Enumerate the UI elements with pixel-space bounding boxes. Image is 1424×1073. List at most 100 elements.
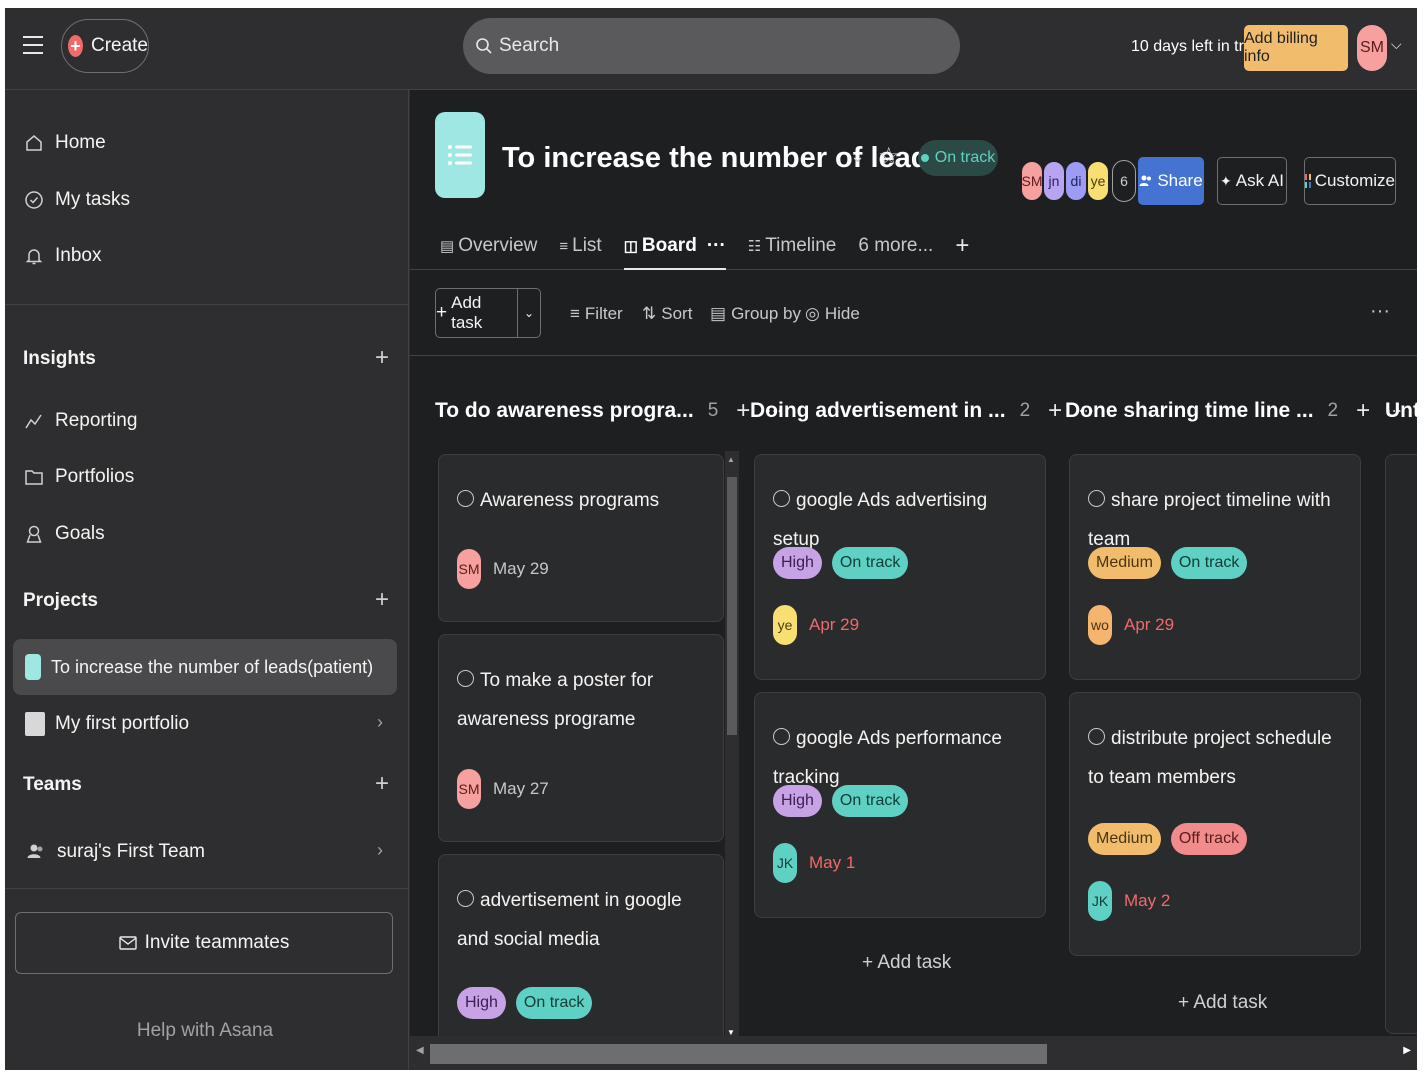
avatar[interactable]: JK xyxy=(1088,881,1112,921)
sidebar-item-my-first-portfolio[interactable]: My first portfolio xyxy=(25,704,189,744)
chevron-down-icon[interactable]: ⌄ xyxy=(518,306,540,320)
sidebar-item-project-leads[interactable]: To increase the number of leads(patient) xyxy=(25,647,373,687)
avatar[interactable]: wo xyxy=(1088,605,1112,645)
sidebar-item-home[interactable]: Home xyxy=(23,123,106,163)
add-team-icon[interactable]: + xyxy=(375,770,389,798)
column-header[interactable]: Untit xyxy=(1385,396,1417,426)
sidebar-item-inbox[interactable]: Inbox xyxy=(23,236,101,276)
chevron-right-icon[interactable]: › xyxy=(377,840,383,861)
avatar[interactable]: JK xyxy=(773,843,797,883)
task-card[interactable]: distribute project schedule to team memb… xyxy=(1069,692,1361,956)
search-input[interactable]: Search xyxy=(463,18,960,74)
checkbox-icon[interactable] xyxy=(457,670,474,688)
due-date[interactable]: Apr 29 xyxy=(1124,615,1174,635)
status-tag[interactable]: On track xyxy=(515,987,593,1019)
status-tag[interactable]: On track xyxy=(831,547,909,579)
customize-button[interactable]: Customize xyxy=(1304,157,1396,205)
task-card[interactable]: share project timeline with team Medium … xyxy=(1069,454,1361,680)
due-date[interactable]: May 27 xyxy=(493,779,549,799)
user-avatar[interactable]: SM xyxy=(1357,25,1387,71)
checkbox-icon[interactable] xyxy=(457,890,474,908)
priority-tag[interactable]: High xyxy=(457,987,506,1019)
sidebar-item-team[interactable]: suraj's First Team xyxy=(25,832,205,872)
bell-icon xyxy=(23,245,45,267)
scrollbar-thumb[interactable] xyxy=(430,1044,1047,1064)
more-options-icon[interactable]: ··· xyxy=(1370,300,1390,323)
task-card[interactable]: advertisement in google and social media… xyxy=(438,854,724,1054)
add-insight-icon[interactable]: + xyxy=(375,344,389,372)
add-card-icon[interactable]: + xyxy=(1356,397,1370,425)
column-header[interactable]: Doing advertisement in ... 2 + ⋯ xyxy=(750,396,1094,426)
group-by-button[interactable]: ▤ Group by xyxy=(710,304,801,324)
priority-tag[interactable]: High xyxy=(773,547,822,579)
task-card[interactable]: google Ads performance tracking High On … xyxy=(754,692,1046,918)
avatar[interactable]: ye xyxy=(773,605,797,645)
app-window: + Create Search 10 days left in trial Ad… xyxy=(5,8,1417,1070)
customize-label: Customize xyxy=(1314,171,1395,190)
tab-board[interactable]: ◫ Board ··· xyxy=(623,226,726,270)
column-header[interactable]: To do awareness progra... 5 + ⋯ xyxy=(435,396,782,426)
task-card[interactable]: google Ads advertising setup High On tra… xyxy=(754,454,1046,680)
checkbox-icon[interactable] xyxy=(1088,728,1105,746)
sidebar-item-portfolios[interactable]: Portfolios xyxy=(23,457,134,497)
task-card[interactable]: Awareness programs SM May 29 xyxy=(438,454,724,622)
add-billing-button[interactable]: Add billing info xyxy=(1244,25,1348,71)
checkbox-icon[interactable] xyxy=(457,490,474,508)
avatar: SM xyxy=(1020,160,1044,202)
sidebar-item-my-tasks[interactable]: My tasks xyxy=(23,180,130,220)
horizontal-scrollbar[interactable]: ◀ ▶ xyxy=(410,1036,1417,1070)
chevron-right-icon[interactable]: › xyxy=(377,712,383,733)
chevron-down-icon[interactable]: ⌵ xyxy=(1391,36,1402,53)
tab-overview[interactable]: ▤ Overview xyxy=(440,226,537,266)
sidebar-item-goals[interactable]: Goals xyxy=(23,514,105,554)
share-button[interactable]: Share xyxy=(1138,157,1204,205)
add-task-button[interactable]: + Add task ⌄ xyxy=(435,288,541,338)
tab-timeline[interactable]: ☷ Timeline xyxy=(748,226,837,266)
add-card-icon[interactable]: + xyxy=(736,397,750,425)
card-assignee: JK May 1 xyxy=(773,843,855,883)
task-card[interactable]: To make a poster for awareness programe … xyxy=(438,634,724,842)
tab-menu-icon[interactable]: ··· xyxy=(707,235,726,257)
tab-more[interactable]: 6 more... xyxy=(858,226,933,266)
status-tag[interactable]: On track xyxy=(1170,547,1248,579)
checkbox-icon[interactable] xyxy=(1088,490,1105,508)
add-task-link[interactable]: + Add task xyxy=(1178,992,1267,1014)
avatar[interactable]: SM xyxy=(457,769,481,809)
create-button[interactable]: + Create xyxy=(61,19,149,73)
status-tag[interactable]: Off track xyxy=(1170,823,1248,855)
add-tab-icon[interactable]: + xyxy=(955,226,969,266)
scrollbar-thumb[interactable] xyxy=(727,477,737,735)
member-avatars[interactable]: SM jn di ye 6 xyxy=(1020,160,1136,202)
sidebar-item-reporting[interactable]: Reporting xyxy=(23,401,137,441)
column-header[interactable]: Done sharing time line ... 2 + ⋯ xyxy=(1065,396,1402,426)
add-task-link[interactable]: + Add task xyxy=(862,952,951,974)
priority-tag[interactable]: Medium xyxy=(1088,547,1161,579)
filter-button[interactable]: ≡ Filter xyxy=(570,304,623,324)
menu-icon[interactable] xyxy=(23,36,43,56)
tab-list[interactable]: ≡ List xyxy=(559,226,601,266)
status-label: On track xyxy=(934,149,996,166)
add-task-main[interactable]: + Add task xyxy=(436,289,518,337)
due-date[interactable]: May 29 xyxy=(493,559,549,579)
status-tag[interactable]: On track xyxy=(831,785,909,817)
hide-button[interactable]: ◎ Hide xyxy=(805,304,860,324)
help-link[interactable]: Help with Asana xyxy=(5,1020,405,1042)
avatar[interactable]: SM xyxy=(457,549,481,589)
task-card[interactable] xyxy=(1385,454,1417,1034)
sort-button[interactable]: ⇅ Sort xyxy=(642,304,692,324)
invite-teammates-button[interactable]: Invite teammates xyxy=(15,912,393,974)
ask-ai-button[interactable]: ✦ Ask AI xyxy=(1217,157,1287,205)
chevron-down-icon[interactable]: ⌄ xyxy=(850,146,865,167)
due-date[interactable]: May 2 xyxy=(1124,891,1170,911)
vertical-scrollbar[interactable]: ▲ ▼ xyxy=(725,451,739,1041)
due-date[interactable]: May 1 xyxy=(809,853,855,873)
status-badge[interactable]: On track xyxy=(918,140,998,176)
checkbox-icon[interactable] xyxy=(773,490,790,508)
priority-tag[interactable]: Medium xyxy=(1088,823,1161,855)
add-card-icon[interactable]: + xyxy=(1048,397,1062,425)
add-project-icon[interactable]: + xyxy=(375,586,389,614)
priority-tag[interactable]: High xyxy=(773,785,822,817)
due-date[interactable]: Apr 29 xyxy=(809,615,859,635)
star-icon[interactable]: ☆ xyxy=(878,142,900,171)
checkbox-icon[interactable] xyxy=(773,728,790,746)
